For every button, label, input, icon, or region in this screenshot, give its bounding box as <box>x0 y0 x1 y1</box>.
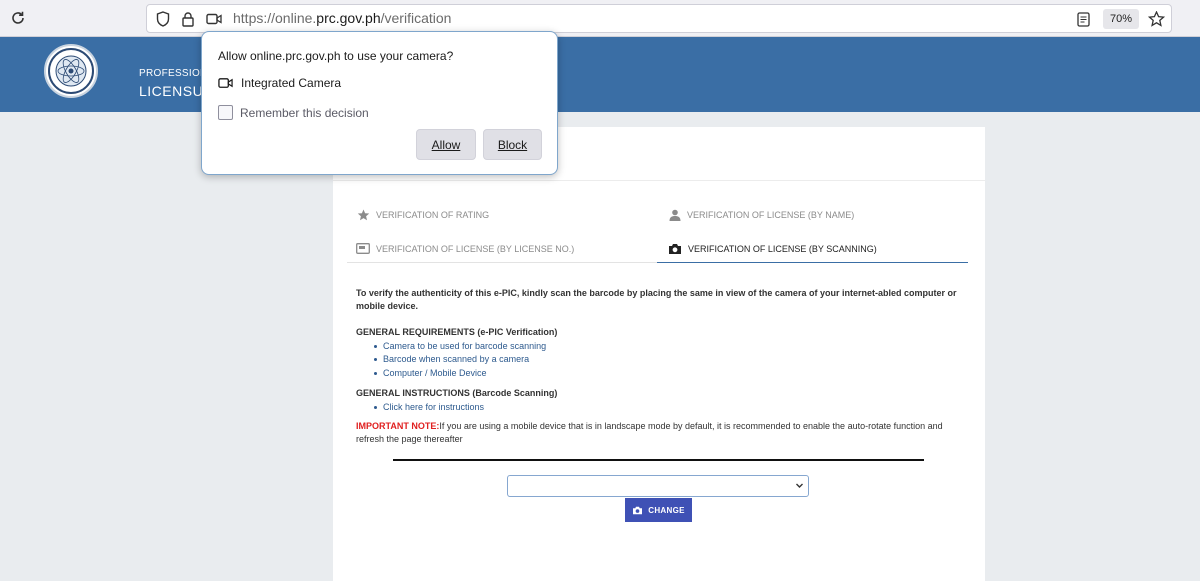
browser-toolbar: https://online.prc.gov.ph/verification 7… <box>0 0 1200 37</box>
instructions-link[interactable]: Click here for instructions <box>383 402 484 412</box>
tab-verification-by-license-no[interactable]: VERIFICATION OF LICENSE (BY LICENSE NO.) <box>356 243 574 254</box>
camera-device-row: Integrated Camera <box>218 76 341 90</box>
allow-button[interactable]: Allow <box>416 129 476 160</box>
block-button[interactable]: Block <box>483 129 542 160</box>
important-note-text: If you are using a mobile device that is… <box>356 421 943 444</box>
reader-view-icon[interactable] <box>1073 9 1093 29</box>
reload-icon[interactable] <box>8 8 28 28</box>
instructions-intro: To verify the authenticity of this e-PIC… <box>356 288 957 311</box>
url-text[interactable]: https://online.prc.gov.ph/verification <box>233 10 451 26</box>
tab-verification-of-rating[interactable]: VERIFICATION OF RATING <box>357 209 489 221</box>
bullet <box>374 372 377 375</box>
camera-icon <box>633 506 643 514</box>
site-header: PROFESSIONA LICENSUR <box>0 37 1200 112</box>
requirements-title: GENERAL REQUIREMENTS (e-PIC Verification… <box>356 327 558 337</box>
requirement-item: Camera to be used for barcode scanning <box>383 341 547 351</box>
instructions-title: GENERAL INSTRUCTIONS (Barcode Scanning) <box>356 388 558 398</box>
zoom-level[interactable]: 70% <box>1103 9 1139 29</box>
tab-verification-by-name[interactable]: VERIFICATION OF LICENSE (BY NAME) <box>669 209 854 221</box>
star-icon <box>357 209 370 221</box>
chevron-down-icon <box>796 483 803 488</box>
scanner-divider <box>393 459 924 461</box>
id-card-icon <box>356 243 370 254</box>
requirement-item: Barcode when scanned by a camera <box>383 354 530 364</box>
person-icon <box>669 209 681 221</box>
url-bar[interactable]: https://online.prc.gov.ph/verification 7… <box>146 4 1172 33</box>
active-tab-indicator <box>657 262 968 263</box>
bookmark-star-icon[interactable] <box>1146 9 1166 29</box>
tab-verification-by-scanning[interactable]: VERIFICATION OF LICENSE (BY SCANNING) <box>668 243 877 255</box>
prc-logo <box>44 44 98 98</box>
important-note: IMPORTANT NOTE:If you are using a mobile… <box>356 420 968 446</box>
camera-select[interactable] <box>507 475 809 497</box>
bullet <box>374 345 377 348</box>
requirement-item: Computer / Mobile Device <box>383 368 487 378</box>
remember-decision-checkbox[interactable] <box>218 105 233 120</box>
lock-icon[interactable] <box>178 9 198 29</box>
card-divider <box>333 180 985 181</box>
permission-title: Allow online.prc.gov.ph to use your came… <box>218 49 454 63</box>
tab-divider <box>347 262 657 263</box>
remember-decision-row[interactable]: Remember this decision <box>218 105 369 120</box>
bullet <box>374 358 377 361</box>
bullet <box>374 406 377 409</box>
important-note-label: IMPORTANT NOTE: <box>356 421 440 431</box>
change-camera-button[interactable]: CHANGE <box>625 498 692 522</box>
video-camera-icon <box>218 78 233 88</box>
camera-icon <box>669 244 681 254</box>
shield-icon[interactable] <box>153 9 173 29</box>
camera-permission-icon[interactable] <box>204 9 224 29</box>
camera-permission-popup: Allow online.prc.gov.ph to use your came… <box>201 31 558 175</box>
